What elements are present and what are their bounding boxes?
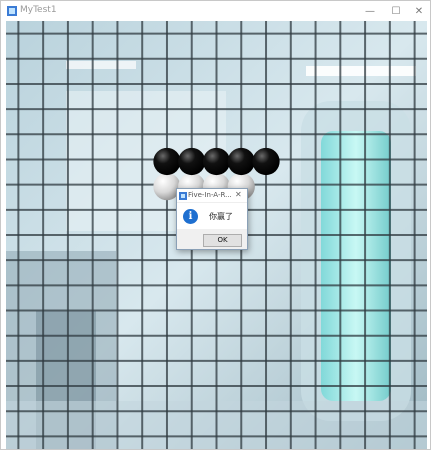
app-icon bbox=[179, 192, 187, 200]
dialog-message: 你赢了 bbox=[209, 212, 233, 221]
black-stone bbox=[153, 147, 181, 176]
dialog-title: Five-In-A-R... bbox=[188, 191, 232, 199]
minimize-button[interactable]: — bbox=[356, 1, 384, 21]
dialog-title-bar[interactable]: Five-In-A-R... ✕ bbox=[177, 189, 247, 203]
app-icon bbox=[7, 6, 17, 16]
black-stone bbox=[202, 147, 231, 176]
dialog-close-button[interactable]: ✕ bbox=[235, 190, 242, 199]
ceiling-light bbox=[306, 66, 416, 76]
title-bar[interactable]: MyTest1 — ☐ ✕ bbox=[1, 1, 430, 21]
black-stone bbox=[178, 147, 206, 176]
black-stone bbox=[227, 147, 255, 176]
info-icon: i bbox=[183, 209, 198, 224]
close-button[interactable]: ✕ bbox=[405, 1, 431, 21]
black-stone bbox=[252, 147, 280, 176]
win-dialog: Five-In-A-R... ✕ i 你赢了 OK bbox=[176, 188, 248, 250]
ok-button[interactable]: OK bbox=[203, 234, 242, 247]
window-title: MyTest1 bbox=[20, 5, 57, 15]
game-window: MyTest1 — ☐ ✕ Five-In-A-R... ✕ i 你赢了 OK bbox=[0, 0, 431, 450]
ceiling-light bbox=[66, 61, 136, 69]
